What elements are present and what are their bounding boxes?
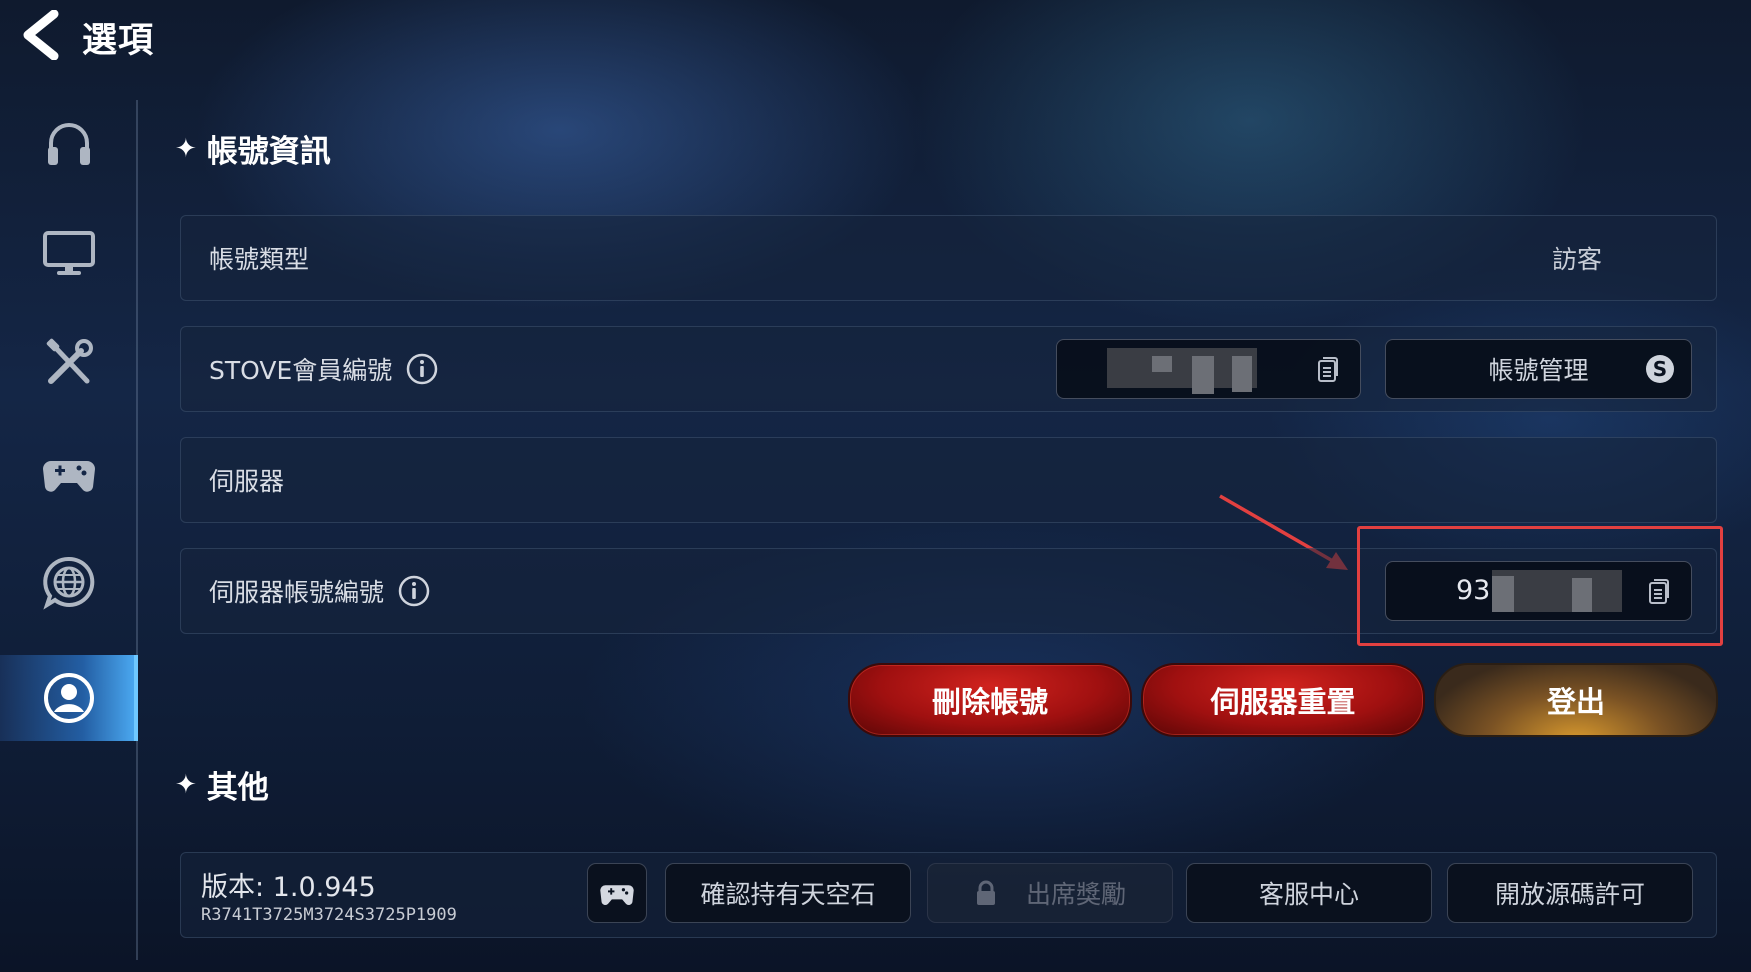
header: 選項 [0,0,400,70]
stove-s-icon: S [1646,355,1674,383]
info-icon[interactable] [406,353,438,385]
account-manage-label: 帳號管理 [1488,356,1589,385]
delete-account-label: 刪除帳號 [931,685,1048,719]
sidebar-item-language[interactable] [0,540,138,626]
lock-icon [976,880,995,905]
server-reset-label: 伺服器重置 [1210,685,1356,719]
sparkle-icon: ✦ [175,133,197,164]
redacted-block [1152,356,1172,372]
sidebar [0,100,138,960]
server-reset-button[interactable]: 伺服器重置 [1141,663,1425,737]
tools-icon [46,338,93,384]
gamepad-icon [600,885,634,905]
stove-id-field[interactable] [1056,339,1361,399]
logout-label: 登出 [1546,685,1605,719]
sidebar-item-sound[interactable] [0,100,138,186]
section-account-info: ✦ 帳號資訊 [175,126,331,171]
page-title: 選項 [82,21,155,61]
gamepad-icon [43,461,95,492]
delete-account-button[interactable]: 刪除帳號 [848,663,1132,737]
sidebar-item-tools[interactable] [0,320,138,406]
confirm-skystone-label: 確認持有天空石 [700,880,876,909]
user-icon [44,673,94,723]
copy-icon[interactable] [1316,357,1340,383]
section-title: 帳號資訊 [206,134,331,170]
section-title: 其他 [206,770,269,806]
confirm-skystone-button[interactable]: 確認持有天空石 [665,863,911,923]
customer-support-label: 客服中心 [1258,880,1359,909]
version-text: 版本: 1.0.945 [201,872,376,903]
open-source-license-button[interactable]: 開放源碼許可 [1447,863,1693,923]
info-icon[interactable] [398,575,430,607]
sparkle-icon: ✦ [175,769,197,800]
server-label: 伺服器 [209,467,285,496]
account-type-row: 帳號類型 訪客 [180,215,1717,301]
stove-id-label: STOVE會員編號 [209,356,393,385]
stove-id-row: STOVE會員編號 帳號管理 S [180,326,1717,412]
account-type-value: 訪客 [1551,245,1602,274]
customer-support-button[interactable]: 客服中心 [1186,863,1432,923]
svg-text:S: S [1653,357,1667,381]
headphones-icon [48,123,90,165]
monitor-icon [43,231,95,275]
server-row: 伺服器 [180,437,1717,523]
redacted-block [1232,356,1252,392]
server-account-id-label: 伺服器帳號編號 [209,578,385,607]
open-source-license-label: 開放源碼許可 [1494,880,1645,909]
chevron-left-icon[interactable] [18,10,62,60]
highlight-box [1357,526,1723,646]
redacted-block [1192,356,1214,394]
sidebar-item-display[interactable] [0,210,138,296]
build-text: R3741T3725M3724S3725P1909 [201,905,457,925]
logout-button[interactable]: 登出 [1434,663,1718,737]
sidebar-item-account[interactable] [0,655,138,741]
sidebar-item-controls[interactable] [0,430,138,516]
stove-id-label-group: STOVE會員編號 [209,327,438,411]
gamepad-button[interactable] [587,863,647,923]
other-row: 版本: 1.0.945 R3741T3725M3724S3725P1909 確認… [180,852,1717,938]
account-manage-button[interactable]: 帳號管理 S [1385,339,1692,399]
globe-chat-icon [43,556,95,610]
account-type-label: 帳號類型 [209,245,310,274]
attendance-reward-button: 出席獎勵 [927,863,1173,923]
section-other: ✦ 其他 [175,762,269,807]
attendance-reward-label: 出席獎勵 [1025,880,1126,909]
server-account-id-label-group: 伺服器帳號編號 [209,549,430,633]
